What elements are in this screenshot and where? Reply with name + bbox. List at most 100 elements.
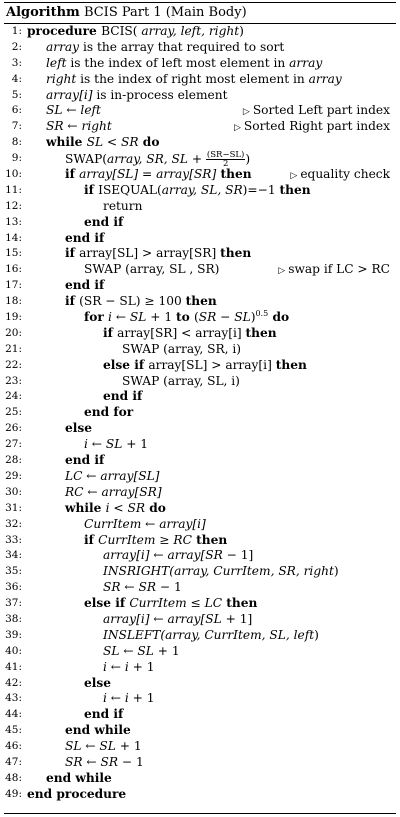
code-token: ← [62, 103, 81, 118]
line-number: 28: [5, 454, 22, 467]
line-number: 2: [11, 40, 22, 53]
code-token: ) [245, 152, 251, 167]
keyword: if [84, 532, 99, 547]
code-text: CurrItem ← array[i] [84, 517, 206, 533]
code-token: array [46, 39, 80, 54]
line-number: 29: [5, 469, 22, 482]
code-token: SR [138, 580, 157, 595]
code-line: 20: if array[SR] < array[i] then [0, 326, 400, 342]
code-token: + 1] [221, 611, 253, 626]
line-number: 3: [11, 56, 22, 69]
keyword: for [84, 310, 109, 325]
code-token: array[SL [167, 611, 222, 626]
code-text: i ← i + 1 [103, 691, 155, 707]
code-token: SL [105, 437, 123, 452]
code-line: 27: i ← SL + 1 [0, 437, 400, 453]
code-token: ISEQUAL( [98, 182, 162, 197]
code-text: else [65, 421, 92, 437]
code-token: − [216, 310, 235, 325]
code-token: is in-process element [92, 87, 228, 102]
code-token: SL [86, 135, 104, 150]
keyword: then [220, 246, 252, 261]
code-token: BCIS( [101, 24, 142, 38]
keyword: end while [46, 770, 112, 785]
code-text: i ← i + 1 [103, 660, 155, 676]
code-line: 41: i ← i + 1 [0, 660, 400, 676]
line-number: 10: [5, 168, 22, 181]
keyword: end if [84, 707, 124, 722]
keyword: if [65, 246, 80, 261]
comment-text: swap if LC > RC [288, 262, 390, 277]
code-line: 15: if array[SL] > array[SR] then [0, 246, 400, 262]
code-token: is the index of right most element in [76, 71, 309, 86]
code-text: while i < SR do [65, 501, 166, 517]
code-text: if array[SR] < array[i] then [103, 326, 277, 342]
line-number: 6: [11, 104, 22, 117]
line-number: 22: [5, 358, 22, 371]
line-number: 43: [5, 692, 22, 705]
keyword: end if [65, 278, 105, 293]
code-line: 24: end if [0, 389, 400, 405]
code-text: if (SR − SL) ≥ 100 then [65, 294, 217, 310]
code-text: if CurrItem ≥ RC then [84, 533, 227, 549]
code-line: 29: LC ← array[SL] [0, 469, 400, 485]
algorithm-title: BCIS Part 1 (Main Body) [83, 5, 247, 20]
code-line: 14: end if [0, 231, 400, 247]
code-token: SR [100, 754, 119, 769]
code-line: 38: array[i] ← array[SL + 1] [0, 612, 400, 628]
comment-triangle-icon: ▷ [242, 107, 250, 118]
keyword: while [46, 135, 87, 150]
code-token: is the index of left most element in [66, 55, 290, 70]
keyword: to [175, 310, 194, 325]
code-text: RC ← array[SR] [65, 485, 162, 501]
code-token: array[SR [167, 548, 223, 563]
code-token: − 1] [222, 548, 254, 563]
code-token: ← [63, 119, 82, 134]
code-token: SR [127, 500, 146, 515]
code-token: array[i] [159, 516, 206, 531]
line-number: 18: [5, 295, 22, 308]
keyword: else [65, 421, 92, 436]
code-line: 49: end procedure [0, 787, 400, 803]
line-number: 7: [11, 120, 22, 133]
code-line: 9: SWAP(array, SR, SL + (SR−SL) 2) [0, 151, 400, 169]
code-token: left [46, 55, 67, 70]
code-token: right [46, 71, 77, 86]
code-line: 7: SR ← right ▷ Sorted Right part index [0, 119, 400, 135]
comment-triangle-icon: ▷ [290, 171, 298, 182]
code-text: right is the index of right most element… [46, 72, 342, 88]
code-text: end if [65, 231, 104, 247]
line-number: 21: [5, 342, 22, 355]
pseudocode-lines: 1: procedure BCIS( array, left, right) 2: a… [0, 24, 400, 803]
code-text: else if CurrItem ≤ LC then [84, 596, 257, 612]
line-number: 32: [5, 517, 22, 530]
code-text: end if [103, 389, 142, 405]
code-text: return [103, 199, 142, 215]
comment-text: equality check [300, 167, 390, 182]
line-number: 4: [11, 72, 22, 85]
keyword: end procedure [27, 786, 127, 801]
code-text: if ISEQUAL(array, SL, SR)=−1 then [84, 183, 311, 199]
code-token: ≥ [155, 532, 174, 547]
line-number: 8: [11, 136, 22, 149]
code-line: 2: array is the array that required to so… [0, 40, 400, 56]
line-number: 1: [11, 25, 22, 37]
line-number: 31: [5, 501, 22, 514]
line-number: 13: [5, 215, 22, 228]
code-text: SR ← SR − 1 [65, 755, 144, 771]
code-token: ← [119, 643, 138, 658]
code-token: array[SL] = array[SR] [79, 167, 217, 182]
keyword: then [222, 596, 258, 611]
line-number: 5: [11, 88, 22, 101]
keyword: else [84, 675, 111, 690]
code-token: array[SR] < array[i] [117, 325, 246, 340]
code-token: SL [65, 739, 82, 754]
bottom-rule [4, 813, 396, 814]
code-text: end if [84, 215, 123, 231]
code-text: SL ← SL + 1 [103, 644, 180, 660]
code-token: left [80, 103, 101, 118]
code-line: 46: SL ← SL + 1 [0, 739, 400, 755]
code-text: INSRIGHT(array, CurrItem, SR, right) [103, 564, 339, 580]
code-text: SWAP (array, SL , SR) [84, 262, 219, 278]
code-text: for i ← SL + 1 to (SR − SL)0.5 do [84, 309, 289, 326]
